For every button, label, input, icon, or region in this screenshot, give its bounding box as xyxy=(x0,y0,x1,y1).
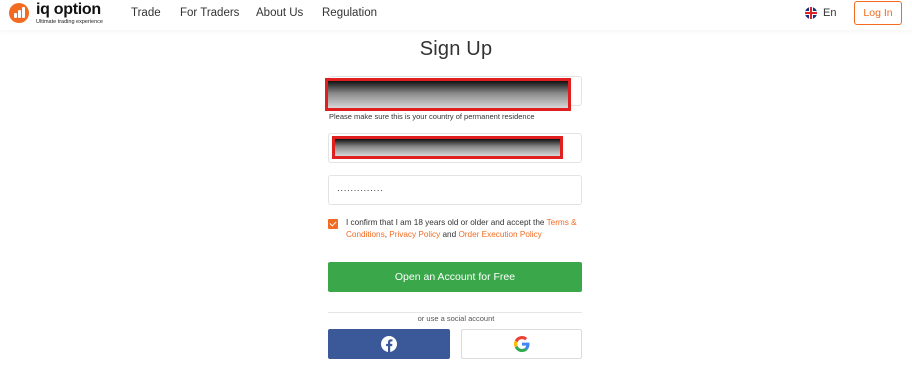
order-execution-policy-link[interactable]: Order Execution Policy xyxy=(458,230,541,239)
google-login-button[interactable] xyxy=(461,329,582,359)
google-icon xyxy=(513,336,529,352)
nav-item-trade[interactable]: Trade xyxy=(131,7,161,19)
social-divider: or use a social account xyxy=(0,308,912,326)
logo-wordmark: iq option xyxy=(36,1,101,18)
login-button[interactable]: Log In xyxy=(854,1,902,25)
consent-prefix: I confirm that I am 18 years old or olde… xyxy=(346,218,547,227)
country-hint: Please make sure this is your country of… xyxy=(329,112,535,121)
nav-item-regulation[interactable]: Regulation xyxy=(322,7,377,19)
consent-text: I confirm that I am 18 years old or olde… xyxy=(346,217,582,240)
consent-checkbox[interactable] xyxy=(328,219,338,229)
open-account-button[interactable]: Open an Account for Free xyxy=(328,262,582,292)
top-navbar: iq option Ultimate trading experience Tr… xyxy=(0,0,912,30)
language-label: En xyxy=(823,7,837,19)
facebook-login-button[interactable] xyxy=(328,329,450,359)
consent-and: and xyxy=(440,229,459,239)
logo-tagline: Ultimate trading experience xyxy=(36,19,103,25)
facebook-icon xyxy=(381,336,397,352)
password-value: ·············· xyxy=(337,185,384,195)
redaction-box xyxy=(332,136,563,159)
iq-option-logo[interactable]: iq option Ultimate trading experience xyxy=(9,1,129,28)
logo-bars-icon xyxy=(9,3,29,23)
password-field[interactable]: ·············· xyxy=(328,175,582,205)
nav-item-about-us[interactable]: About Us xyxy=(256,7,303,19)
uk-flag-icon xyxy=(805,7,817,19)
language-selector[interactable]: En xyxy=(805,7,836,19)
nav-item-for-traders[interactable]: For Traders xyxy=(180,7,239,19)
page-title: Sign Up xyxy=(419,38,493,60)
privacy-policy-link[interactable]: Privacy Policy xyxy=(389,230,440,239)
redaction-box xyxy=(325,78,571,111)
social-divider-label: or use a social account xyxy=(411,314,501,323)
